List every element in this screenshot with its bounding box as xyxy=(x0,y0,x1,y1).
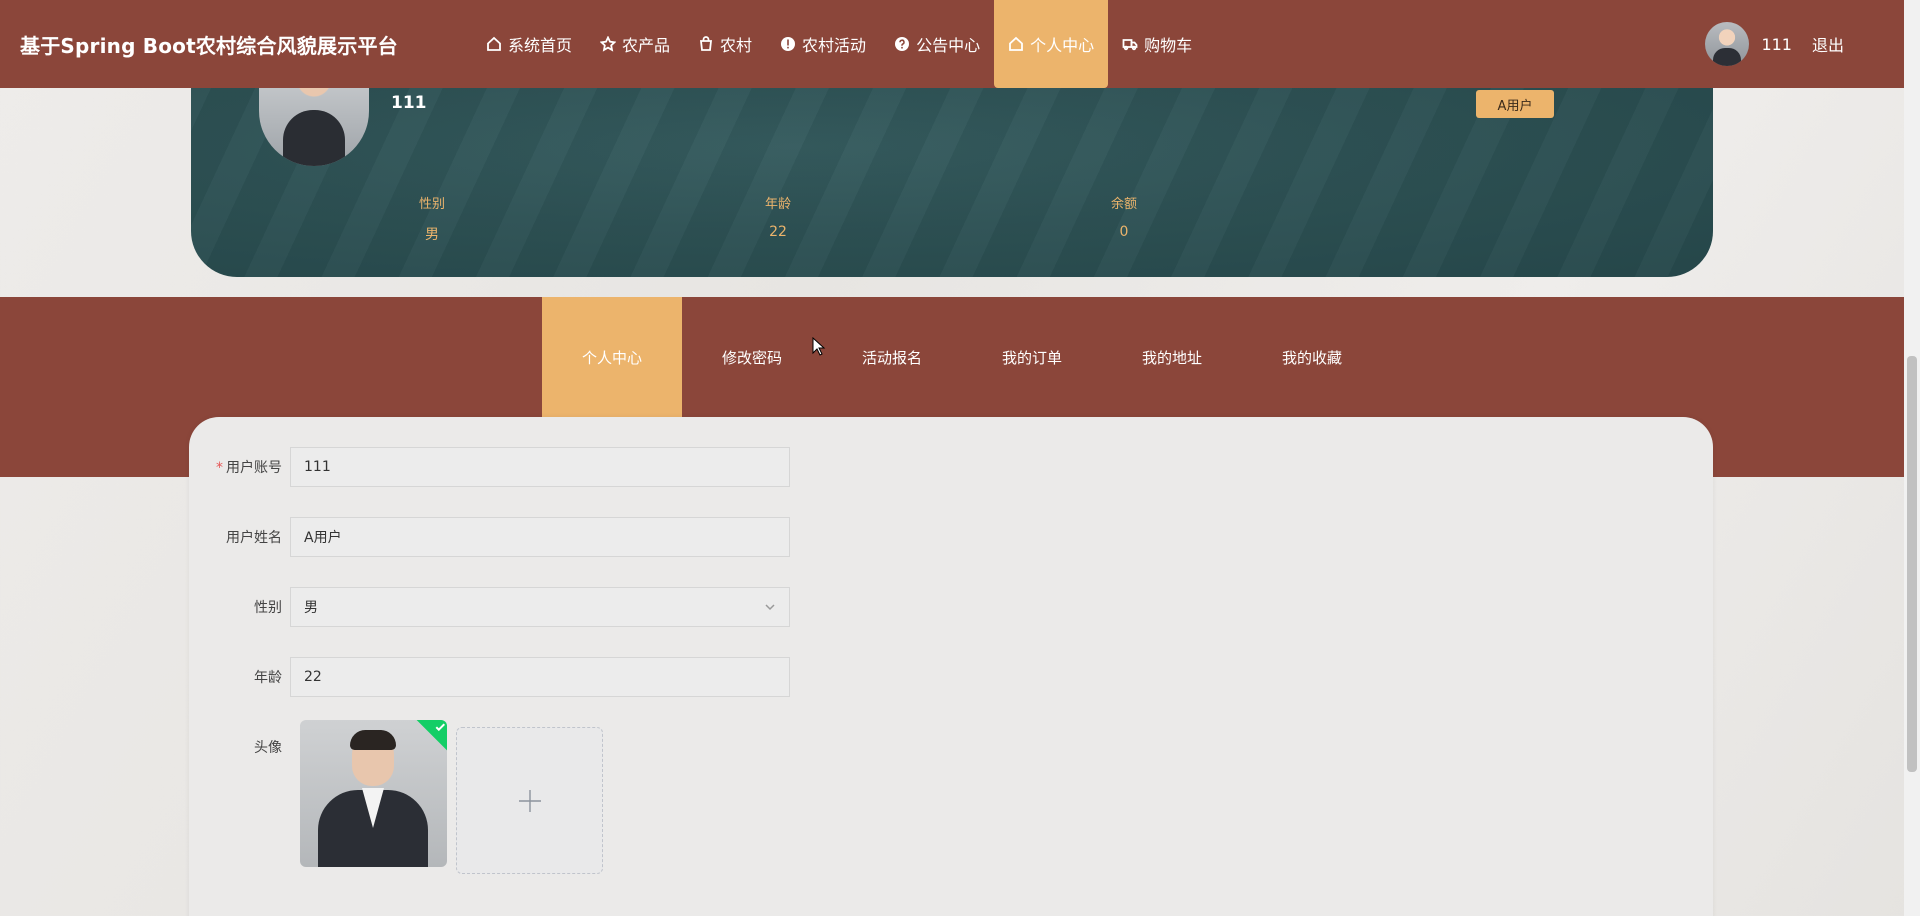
nav-label: 农村 xyxy=(720,36,753,55)
page-scrollbar[interactable] xyxy=(1904,0,1920,916)
stat-balance: 余额 0 xyxy=(1084,193,1164,240)
nav-label: 公告中心 xyxy=(916,36,981,55)
upload-add-button[interactable] xyxy=(456,727,603,874)
nav-personal-center[interactable]: 个人中心 xyxy=(994,0,1109,88)
nav-announcements[interactable]: 公告中心 xyxy=(880,0,994,88)
stat-label: 性别 xyxy=(418,197,445,212)
age-label: 年龄 xyxy=(254,670,282,686)
nav-home[interactable]: 系统首页 xyxy=(472,0,586,88)
profile-name: 111 xyxy=(391,93,427,113)
check-icon xyxy=(435,723,445,732)
account-input[interactable]: 111 xyxy=(290,447,790,487)
mouse-cursor-icon xyxy=(812,337,826,356)
tab-my-address[interactable]: 我的地址 xyxy=(1102,297,1242,417)
nav-label: 农村活动 xyxy=(802,36,867,55)
bag-icon xyxy=(700,36,713,51)
form-row-avatar: 头像 xyxy=(189,737,290,757)
tab-personal-center[interactable]: 个人中心 xyxy=(542,297,682,417)
tab-activity-signup[interactable]: 活动报名 xyxy=(822,297,962,417)
scroll-thumb[interactable] xyxy=(1907,356,1917,772)
profile-banner: 111 A用户 性别 男 年龄 22 余额 0 xyxy=(191,60,1713,277)
label-text: 用户账号 xyxy=(226,460,282,476)
gender-label: 性别 xyxy=(254,600,282,616)
form-row-account: * 用户账号 111 xyxy=(189,447,790,487)
realname-input[interactable]: A用户 xyxy=(290,517,790,557)
stat-gender: 性别 男 xyxy=(392,193,472,244)
home-icon xyxy=(487,36,501,51)
home-icon xyxy=(1009,36,1023,51)
tab-my-favorites[interactable]: 我的收藏 xyxy=(1242,297,1382,417)
avatar[interactable] xyxy=(1705,22,1750,66)
nav-label: 农产品 xyxy=(622,36,671,55)
stat-value: 男 xyxy=(425,227,439,243)
info-icon xyxy=(781,37,796,51)
nav-label: 系统首页 xyxy=(508,36,573,55)
stat-value: 0 xyxy=(1119,224,1129,240)
star-icon xyxy=(600,36,617,52)
required-mark: * xyxy=(216,460,223,476)
nav-products[interactable]: 农产品 xyxy=(586,0,684,88)
nav-label: 购物车 xyxy=(1144,36,1193,55)
avatar-label: 头像 xyxy=(254,740,282,756)
main-nav: 系统首页 农产品 农村 农村活动 公告中心 个人中心 购物车 xyxy=(472,0,1206,88)
photo-hair xyxy=(350,730,396,750)
center-tabs: 个人中心 修改密码 活动报名 我的订单 我的地址 我的收藏 xyxy=(542,297,1382,417)
gender-value: 男 xyxy=(304,600,318,616)
stat-age: 年龄 22 xyxy=(738,193,818,240)
logout-link[interactable]: 退出 xyxy=(1812,32,1844,56)
account-label: * 用户账号 xyxy=(189,457,290,477)
realname-label: 用户姓名 xyxy=(226,530,282,546)
role-badge: A用户 xyxy=(1476,90,1554,118)
form-row-realname: 用户姓名 A用户 xyxy=(189,517,790,557)
tab-change-password[interactable]: 修改密码 xyxy=(682,297,822,417)
user-name: 111 xyxy=(1761,34,1792,54)
gender-select[interactable]: 男 xyxy=(290,587,790,627)
age-input[interactable]: 22 xyxy=(290,657,790,697)
user-area: 111 退出 xyxy=(1705,22,1844,66)
top-navbar: 基于Spring Boot农村综合风貌展示平台 系统首页 农产品 农村 农村活动… xyxy=(0,0,1904,88)
uploaded-avatar-thumb[interactable] xyxy=(300,720,447,867)
help-icon xyxy=(895,37,910,51)
stat-label: 年龄 xyxy=(764,197,791,212)
stat-label: 余额 xyxy=(1110,197,1137,212)
truck-icon xyxy=(1122,39,1138,51)
upload-success-badge xyxy=(415,720,447,752)
tab-my-orders[interactable]: 我的订单 xyxy=(962,297,1102,417)
site-title: 基于Spring Boot农村综合风貌展示平台 xyxy=(20,34,398,58)
nav-activities[interactable]: 农村活动 xyxy=(766,0,880,88)
nav-village[interactable]: 农村 xyxy=(684,0,766,88)
nav-label: 个人中心 xyxy=(1030,36,1095,55)
stat-value: 22 xyxy=(769,224,787,240)
plus-icon xyxy=(518,789,541,812)
chevron-down-icon xyxy=(765,604,775,611)
profile-form-card: * 用户账号 111 用户姓名 A用户 性别 男 年龄 22 头像 xyxy=(189,417,1713,916)
form-row-gender: 性别 男 xyxy=(189,587,790,627)
form-row-age: 年龄 22 xyxy=(189,657,790,697)
nav-cart[interactable]: 购物车 xyxy=(1108,0,1206,88)
